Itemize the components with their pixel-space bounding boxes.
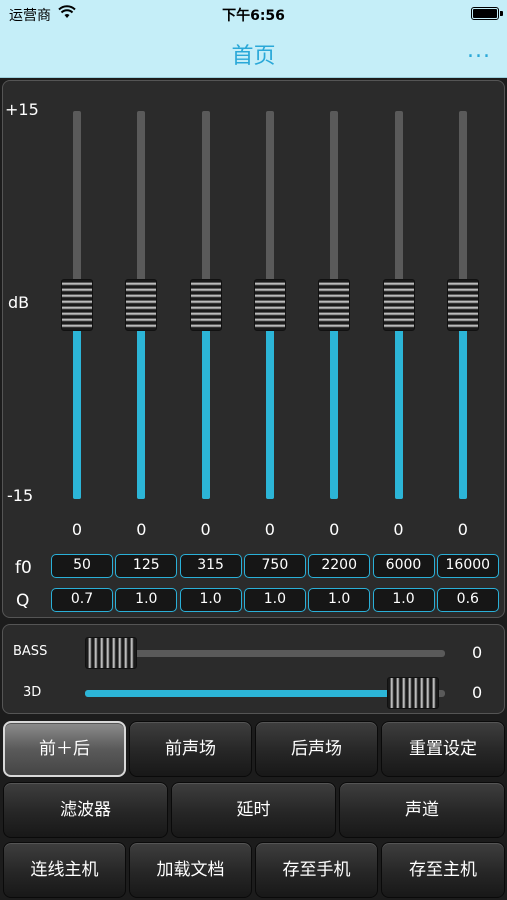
3d-slider-handle[interactable] bbox=[387, 677, 439, 709]
f0-input[interactable]: 16000 bbox=[436, 554, 499, 578]
eq-band-4: 0 bbox=[238, 81, 302, 619]
f0-input[interactable]: 6000 bbox=[372, 554, 435, 578]
q-input[interactable]: 1.0 bbox=[115, 588, 178, 612]
eq-band-7: 0 bbox=[431, 81, 495, 619]
q-input[interactable]: 0.7 bbox=[51, 588, 113, 612]
3d-value: 0 bbox=[472, 683, 483, 702]
bass-slider-track[interactable] bbox=[85, 650, 445, 657]
save-to-host-button[interactable]: 存至主机 bbox=[381, 842, 505, 898]
scale-unit-label: dB bbox=[8, 293, 30, 312]
bass-value: 0 bbox=[472, 643, 483, 662]
eq-gain-value: 0 bbox=[71, 520, 83, 539]
eq-gain-value: 0 bbox=[457, 520, 468, 539]
scale-min-label: -15 bbox=[7, 486, 34, 505]
delay-button[interactable]: 延时 bbox=[171, 782, 336, 838]
eq-gain-value: 0 bbox=[200, 520, 211, 539]
eq-slider-handle[interactable] bbox=[189, 279, 222, 331]
bass-slider-handle[interactable] bbox=[85, 637, 137, 669]
battery-icon bbox=[471, 7, 503, 20]
f0-input[interactable]: 315 bbox=[179, 554, 242, 578]
front-soundstage-button[interactable]: 前声场 bbox=[129, 721, 252, 777]
scale-max-label: +15 bbox=[5, 100, 39, 119]
f0-row-label: f0 bbox=[15, 558, 32, 578]
eq-gain-value: 0 bbox=[393, 520, 404, 539]
3d-label: 3D bbox=[23, 685, 42, 700]
bass-3d-panel: BASS 0 3D 0 bbox=[2, 624, 505, 714]
equalizer-panel: +15 dB -15 0000000 f0 Q 50 0.7 125 1.0 315 1.… bbox=[2, 80, 505, 618]
eq-slider-handle[interactable] bbox=[125, 279, 158, 331]
q-input[interactable]: 1.0 bbox=[372, 588, 435, 612]
eq-band-3: 0 bbox=[174, 81, 238, 619]
load-file-button[interactable]: 加载文档 bbox=[129, 842, 252, 898]
eq-band-1: 0 bbox=[45, 81, 109, 619]
bass-label: BASS bbox=[13, 644, 48, 659]
f0-input[interactable]: 125 bbox=[115, 554, 178, 578]
f0-input[interactable]: 2200 bbox=[308, 554, 371, 578]
page-title: 首页 bbox=[231, 44, 276, 69]
rear-soundstage-button[interactable]: 后声场 bbox=[255, 721, 378, 777]
q-row-label: Q bbox=[16, 591, 30, 611]
eq-slider-fill bbox=[394, 305, 403, 499]
eq-slider-handle[interactable] bbox=[382, 279, 415, 331]
eq-slider-fill bbox=[265, 305, 274, 499]
eq-slider-handle[interactable] bbox=[61, 279, 93, 331]
more-menu-icon[interactable]: ... bbox=[467, 38, 491, 63]
clock: 下午6:56 bbox=[222, 8, 285, 24]
eq-gain-value: 0 bbox=[136, 520, 147, 539]
eq-band-2: 0 bbox=[109, 81, 173, 619]
eq-gain-value: 0 bbox=[329, 520, 340, 539]
channel-button[interactable]: 声道 bbox=[339, 782, 505, 838]
status-bar: 运营商 下午6:56 bbox=[0, 0, 507, 28]
q-input[interactable]: 1.0 bbox=[308, 588, 371, 612]
front-rear-button[interactable]: 前＋后 bbox=[3, 721, 126, 777]
eq-slider-fill bbox=[201, 305, 210, 499]
eq-band-6: 0 bbox=[367, 81, 431, 619]
q-input[interactable]: 1.0 bbox=[179, 588, 242, 612]
eq-slider-handle[interactable] bbox=[446, 279, 479, 331]
eq-slider-handle[interactable] bbox=[318, 279, 351, 331]
q-input[interactable]: 0.6 bbox=[436, 588, 499, 612]
3d-slider-fill bbox=[85, 690, 403, 697]
eq-slider-handle[interactable] bbox=[253, 279, 286, 331]
eq-gain-value: 0 bbox=[264, 520, 275, 539]
eq-slider-fill bbox=[330, 305, 339, 499]
eq-slider-fill bbox=[73, 305, 81, 499]
reset-settings-button[interactable]: 重置设定 bbox=[381, 721, 505, 777]
eq-slider-fill bbox=[458, 305, 467, 499]
navigation-bar: 首页 ... bbox=[0, 28, 507, 78]
f0-input[interactable]: 50 bbox=[51, 554, 113, 578]
connect-host-button[interactable]: 连线主机 bbox=[3, 842, 126, 898]
f0-input[interactable]: 750 bbox=[243, 554, 306, 578]
q-input[interactable]: 1.0 bbox=[243, 588, 306, 612]
filter-button[interactable]: 滤波器 bbox=[3, 782, 168, 838]
save-to-phone-button[interactable]: 存至手机 bbox=[255, 842, 378, 898]
eq-slider-fill bbox=[137, 305, 146, 499]
eq-band-5: 0 bbox=[302, 81, 366, 619]
